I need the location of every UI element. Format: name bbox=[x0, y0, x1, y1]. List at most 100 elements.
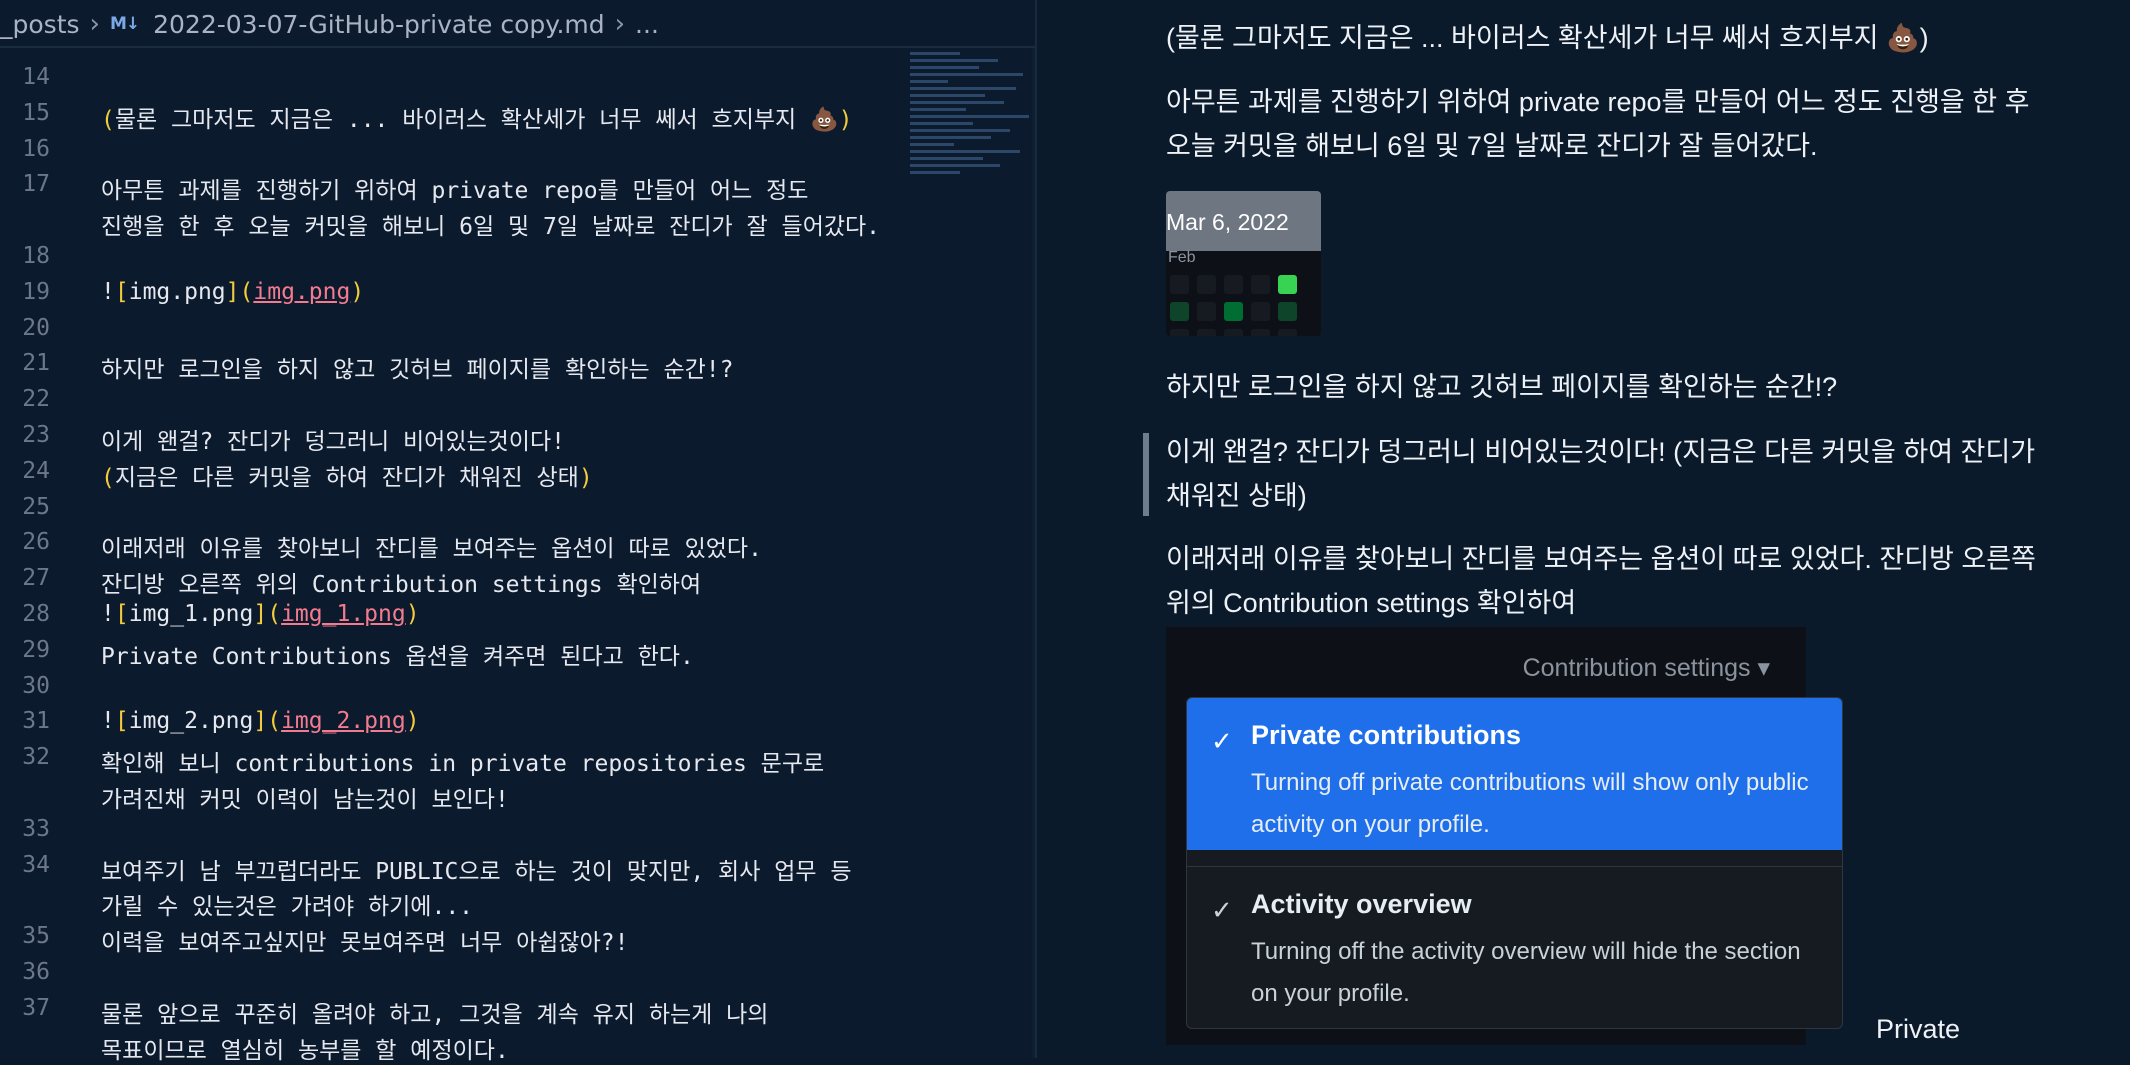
contribution-cell bbox=[1278, 302, 1297, 321]
line-number: 26 bbox=[22, 529, 50, 556]
link-token: img_2.png bbox=[281, 708, 406, 735]
line-number: 32 bbox=[22, 744, 50, 771]
punctuation-token: ] bbox=[253, 601, 268, 627]
text-token: img_1.png bbox=[128, 601, 254, 627]
line-number: 37 bbox=[22, 994, 50, 1021]
line-number: 31 bbox=[22, 708, 50, 735]
text-token: img_2.png bbox=[128, 708, 254, 735]
line-number: 23 bbox=[22, 422, 50, 448]
punctuation-token: ) bbox=[578, 464, 593, 491]
line-number: 27 bbox=[22, 565, 50, 592]
punctuation-token: ) bbox=[405, 601, 420, 627]
punctuation-token: ( bbox=[267, 708, 282, 735]
code-line[interactable]: 이게 왠걸? 잔디가 덩그러니 비어있는것이다! bbox=[101, 422, 565, 456]
punctuation-token: ] bbox=[225, 278, 240, 305]
code-line[interactable]: 목표이므로 열심히 농부를 할 예정이다. bbox=[101, 1031, 509, 1065]
code-line[interactable]: 가릴 수 있는것은 가려야 하기에... bbox=[101, 887, 473, 921]
text-token: 물론 그마저도 지금은 ... 바이러스 확산세가 너무 쎄서 흐지부지 💩 bbox=[114, 106, 839, 133]
text-token: 목표이므로 열심히 농부를 할 예정이다. bbox=[101, 1037, 509, 1064]
editor-pane[interactable]: _posts › M↓ 2022-03-07-GitHub-private co… bbox=[0, 0, 1062, 1064]
contribution-cell bbox=[1224, 302, 1243, 321]
preview-paragraph: 하지만 로그인을 하지 않고 깃허브 페이지를 확인하는 순간!? bbox=[1166, 372, 1838, 402]
line-number: 36 bbox=[22, 959, 50, 985]
text-token: Private Contributions 옵션을 켜주면 된다고 한다. bbox=[101, 643, 694, 670]
line-number: 29 bbox=[22, 636, 50, 663]
punctuation-token: ) bbox=[838, 106, 853, 133]
text-token: 진행을 한 후 오늘 커밋을 해보니 6일 및 7일 날짜로 잔디가 잘 들어갔… bbox=[101, 214, 881, 241]
text-token: ! bbox=[101, 708, 115, 735]
punctuation-token: ) bbox=[350, 278, 365, 305]
code-line[interactable]: (지금은 다른 커밋을 하여 잔디가 채워진 상태) bbox=[101, 458, 593, 492]
text-token: 가릴 수 있는것은 가려야 하기에... bbox=[101, 894, 474, 921]
contribution-cell bbox=[1224, 275, 1243, 294]
contribution-settings-dropdown: Contribution settings ▾ bbox=[1522, 654, 1770, 682]
contribution-cell bbox=[1278, 329, 1297, 336]
preview-paragraph: 아무튼 과제를 진행하기 위하여 private repo를 만들어 어느 정도… bbox=[1166, 87, 2030, 161]
date-tooltip: Mar 6, 2022 bbox=[1166, 191, 1321, 251]
code-line[interactable]: 이력을 보여주고싶지만 못보여주면 너무 아쉽잖아?! bbox=[101, 923, 628, 957]
text-token: 보여주기 남 부끄럽더라도 PUBLIC으로 하는 것이 맞지만, 회사 업무 … bbox=[101, 858, 852, 885]
option-title: Activity overview bbox=[1251, 889, 1472, 919]
line-number: 33 bbox=[22, 815, 50, 842]
contribution-cell bbox=[1251, 302, 1270, 321]
chevron-right-icon: › bbox=[89, 9, 100, 39]
text-token: 아무튼 과제를 진행하기 위하여 private repo를 만들어 어느 정도 bbox=[101, 178, 809, 205]
link-token: img_1.png bbox=[281, 601, 406, 627]
breadcrumb-file[interactable]: 2022-03-07-GitHub-private copy.md bbox=[153, 10, 605, 39]
private-contributions-option: ✓ Private contributions Turning off priv… bbox=[1187, 698, 1842, 850]
code-line[interactable]: ![img_2.png](img_2.png) bbox=[101, 708, 420, 734]
contribution-cell bbox=[1224, 329, 1243, 336]
punctuation-token: ) bbox=[405, 708, 420, 735]
month-label: Feb bbox=[1168, 249, 1196, 266]
line-number: 21 bbox=[22, 350, 50, 377]
punctuation-token: [ bbox=[114, 601, 129, 627]
code-line[interactable]: (물론 그마저도 지금은 ... 바이러스 확산세가 너무 쎄서 흐지부지 💩) bbox=[101, 100, 853, 134]
breadcrumb: _posts › M↓ 2022-03-07-GitHub-private co… bbox=[0, 0, 1036, 48]
line-number: 30 bbox=[22, 672, 50, 699]
text-token: 확인해 보니 contributions in private reposito… bbox=[101, 751, 825, 778]
blockquote-bar bbox=[1143, 433, 1149, 516]
divider bbox=[0, 46, 1062, 48]
contribution-cell bbox=[1170, 329, 1189, 336]
settings-menu: ✓ Private contributions Turning off priv… bbox=[1186, 697, 1843, 1029]
text-token: ! bbox=[101, 278, 115, 305]
option-description: Turning off private contributions will s… bbox=[1251, 769, 1809, 838]
line-number: 34 bbox=[22, 851, 50, 878]
line-number: 16 bbox=[22, 135, 50, 162]
code-line[interactable]: 아무튼 과제를 진행하기 위하여 private repo를 만들어 어느 정도 bbox=[101, 171, 808, 205]
code-line[interactable]: 가려진채 커밋 이력이 남는것이 보인다! bbox=[101, 780, 509, 814]
punctuation-token: ( bbox=[101, 106, 115, 133]
contribution-cell bbox=[1251, 329, 1270, 336]
code-line[interactable]: ![img_1.png](img_1.png) bbox=[101, 601, 420, 627]
activity-overview-option: ✓ Activity overview Turning off the acti… bbox=[1187, 866, 1842, 1028]
chevron-right-icon: › bbox=[614, 9, 626, 39]
text-token: ! bbox=[101, 601, 115, 627]
contribution-cell bbox=[1197, 302, 1216, 321]
code-line[interactable]: 물론 앞으로 꾸준히 올려야 하고, 그것을 계속 유지 하는게 나의 bbox=[101, 995, 768, 1029]
code-line[interactable]: 하지만 로그인을 하지 않고 깃허브 페이지를 확인하는 순간!? bbox=[101, 350, 733, 384]
code-line[interactable]: 보여주기 남 부끄럽더라도 PUBLIC으로 하는 것이 맞지만, 회사 업무 … bbox=[101, 852, 852, 886]
minimap[interactable] bbox=[910, 48, 1035, 218]
code-line[interactable]: 이래저래 이유를 찾아보니 잔디를 보여주는 옵션이 따로 있었다. bbox=[101, 529, 762, 563]
punctuation-token: [ bbox=[114, 708, 129, 735]
link-token: img.png bbox=[253, 278, 351, 305]
preview-paragraph: (물론 그마저도 지금은 ... 바이러스 확산세가 너무 쎄서 흐지부지 💩) bbox=[1166, 23, 1929, 53]
text-token: 이력을 보여주고싶지만 못보여주면 너무 아쉽잖아?! bbox=[101, 930, 629, 957]
text-token: 하지만 로그인을 하지 않고 깃허브 페이지를 확인하는 순간!? bbox=[101, 357, 734, 384]
line-number: 15 bbox=[22, 99, 50, 126]
code-line[interactable]: 잔디방 오른쪽 위의 Contribution settings 확인하여 bbox=[101, 565, 701, 599]
contribution-graph-image: Mar 6, 2022 Feb bbox=[1166, 191, 1321, 336]
breadcrumb-folder[interactable]: _posts bbox=[0, 10, 80, 39]
option-description: Turning off the activity overview will h… bbox=[1251, 938, 1801, 1007]
contribution-settings-image: Contribution settings ▾ ✓ Private contri… bbox=[1166, 627, 1843, 1045]
code-line[interactable]: 확인해 보니 contributions in private reposito… bbox=[101, 744, 824, 778]
punctuation-token: ] bbox=[253, 708, 268, 735]
breadcrumb-ellipsis[interactable]: ... bbox=[635, 10, 659, 39]
code-line[interactable]: Private Contributions 옵션을 켜주면 된다고 한다. bbox=[101, 637, 694, 671]
code-line[interactable]: 진행을 한 후 오늘 커밋을 해보니 6일 및 7일 날짜로 잔디가 잘 들어갔… bbox=[101, 207, 880, 241]
line-number: 22 bbox=[22, 386, 50, 413]
contribution-cell bbox=[1251, 275, 1270, 294]
code-line[interactable]: ![img.png](img.png) bbox=[101, 279, 364, 305]
line-number: 24 bbox=[22, 457, 50, 484]
contribution-cell bbox=[1197, 275, 1216, 294]
